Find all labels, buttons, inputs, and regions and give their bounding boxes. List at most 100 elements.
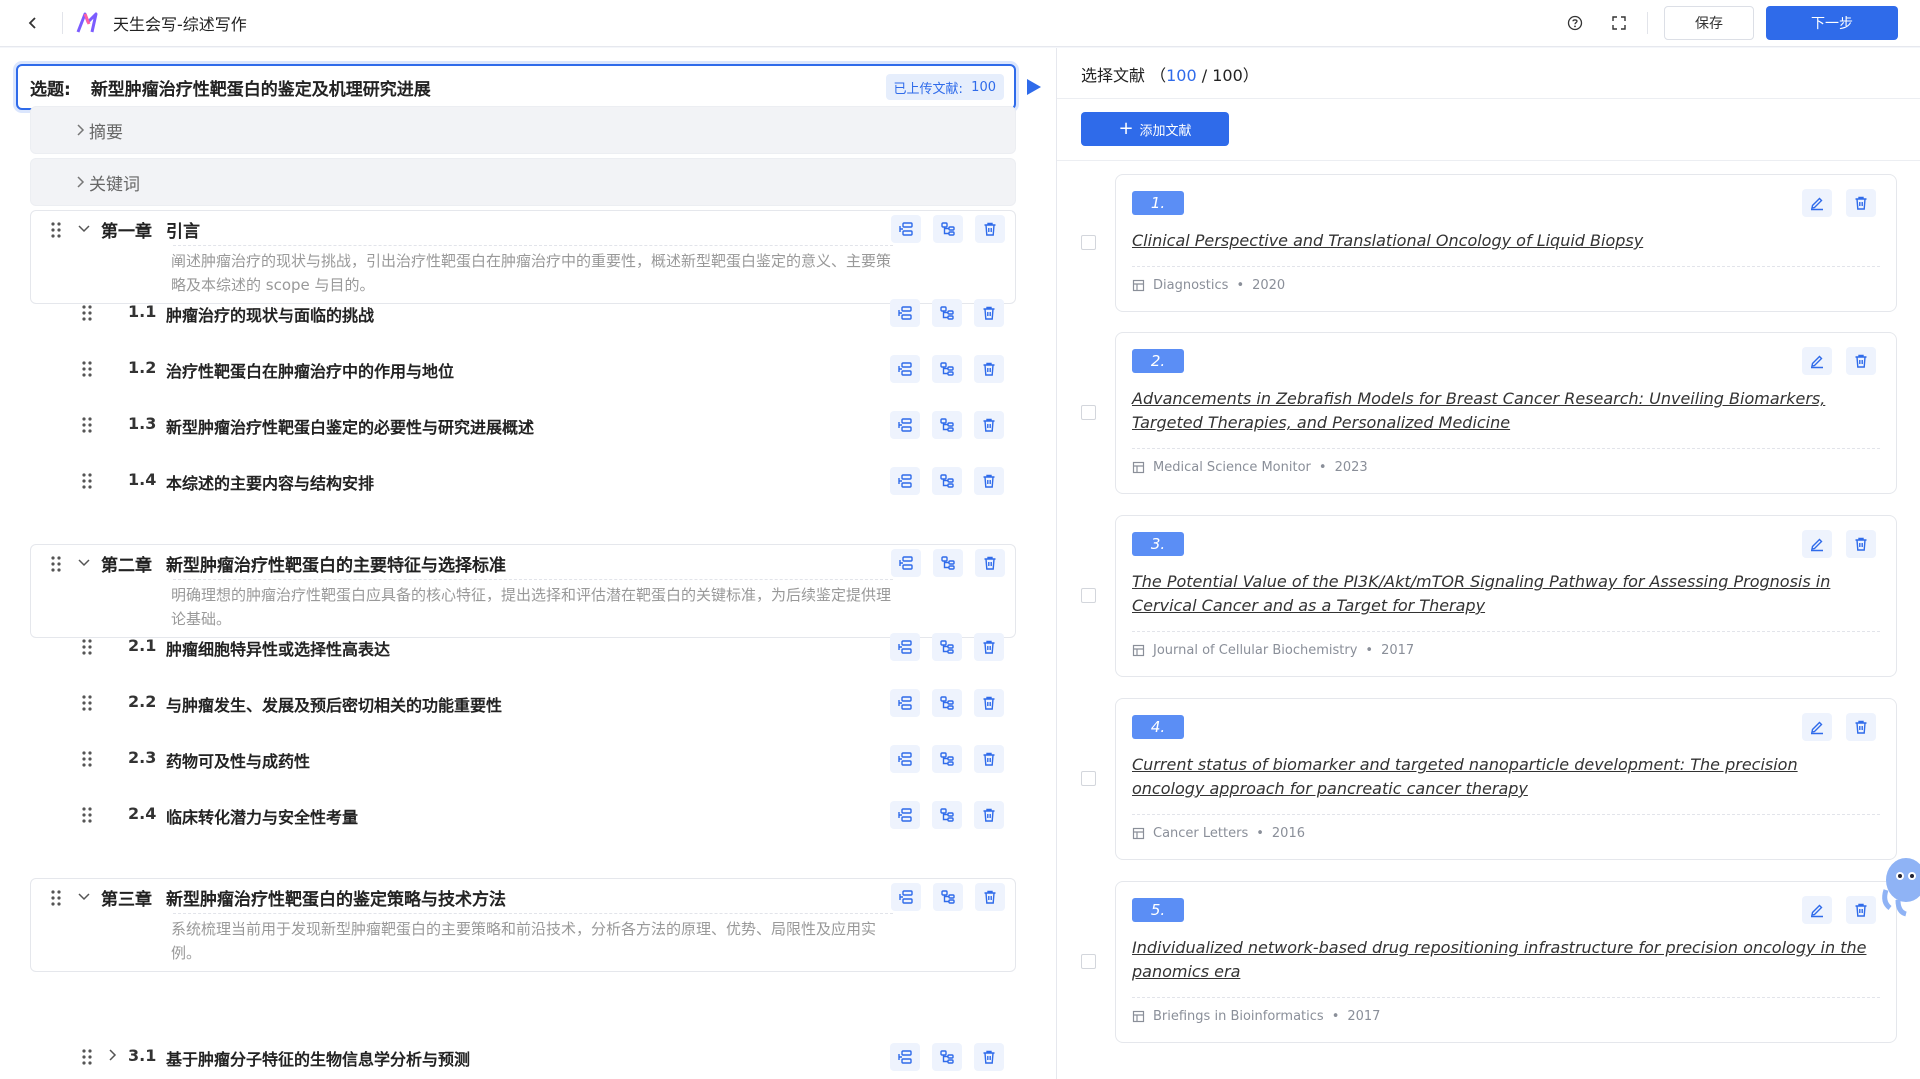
add-subsection-button[interactable] [932, 801, 962, 829]
delete-button[interactable] [974, 467, 1004, 495]
section-row[interactable]: 1.3 新型肿瘤治疗性靶蛋白鉴定的必要性与研究进展概述 [30, 402, 1016, 448]
add-reference-button[interactable]: + 添加文献 [1081, 112, 1229, 146]
insert-button[interactable] [890, 355, 920, 383]
insert-button[interactable] [890, 299, 920, 327]
delete-button[interactable] [975, 215, 1005, 243]
drag-handle-icon[interactable] [80, 360, 94, 378]
pencil-icon [1811, 904, 1823, 918]
chevron-down-icon[interactable] [77, 555, 91, 569]
chapter-title-text: 引言 [166, 222, 200, 242]
fullscreen-button[interactable] [1603, 7, 1635, 39]
play-icon[interactable] [1026, 78, 1042, 96]
drag-handle-icon[interactable] [49, 221, 63, 239]
insert-button[interactable] [890, 411, 920, 439]
reference-checkbox[interactable] [1081, 235, 1096, 250]
delete-button[interactable] [1846, 530, 1876, 558]
keywords-section[interactable]: 关键词 [30, 158, 1016, 206]
add-subsection-button[interactable] [932, 1043, 962, 1071]
delete-button[interactable] [1846, 713, 1876, 741]
drag-handle-icon[interactable] [80, 806, 94, 824]
reference-meta: Cancer Letters • 2016 [1132, 826, 1305, 841]
reference-title-link[interactable]: The Potential Value of the PI3K/Akt/mTOR… [1132, 570, 1872, 618]
chevron-down-icon[interactable] [77, 889, 91, 903]
insert-button[interactable] [891, 549, 921, 577]
abstract-section[interactable]: 摘要 [30, 106, 1016, 154]
delete-button[interactable] [1846, 347, 1876, 375]
add-subsection-button[interactable] [932, 467, 962, 495]
add-subsection-button[interactable] [932, 633, 962, 661]
delete-button[interactable] [974, 633, 1004, 661]
add-subsection-button[interactable] [932, 411, 962, 439]
insert-button[interactable] [890, 745, 920, 773]
add-subsection-button[interactable] [932, 299, 962, 327]
topic-input[interactable]: 选题: 新型肿瘤治疗性靶蛋白的鉴定及机理研究进展 已上传文献: 100 [16, 64, 1016, 110]
insert-button[interactable] [890, 1043, 920, 1071]
delete-button[interactable] [1846, 896, 1876, 924]
delete-button[interactable] [974, 745, 1004, 773]
insert-button[interactable] [890, 467, 920, 495]
section-row[interactable]: 2.4 临床转化潜力与安全性考量 [30, 792, 1016, 838]
reference-checkbox[interactable] [1081, 405, 1096, 420]
insert-button[interactable] [890, 633, 920, 661]
drag-handle-icon[interactable] [49, 889, 63, 907]
add-subsection-button[interactable] [933, 549, 963, 577]
insert-button[interactable] [890, 801, 920, 829]
delete-button[interactable] [974, 801, 1004, 829]
insert-button[interactable] [890, 689, 920, 717]
section-row[interactable]: 3.1 基于肿瘤分子特征的生物信息学分析与预测 [30, 1034, 1016, 1079]
section-row[interactable]: 2.2 与肿瘤发生、发展及预后密切相关的功能重要性 [30, 680, 1016, 726]
reference-title-link[interactable]: Advancements in Zebrafish Models for Bre… [1132, 387, 1872, 435]
drag-handle-icon[interactable] [80, 472, 94, 490]
delete-button[interactable] [974, 411, 1004, 439]
add-subsection-button[interactable] [932, 689, 962, 717]
add-subsection-button[interactable] [932, 355, 962, 383]
edit-button[interactable] [1802, 530, 1832, 558]
save-button[interactable]: 保存 [1664, 6, 1754, 40]
drag-handle-icon[interactable] [80, 304, 94, 322]
add-subsection-button[interactable] [932, 745, 962, 773]
section-row[interactable]: 2.3 药物可及性与成药性 [30, 736, 1016, 782]
section-row[interactable]: 1.4 本综述的主要内容与结构安排 [30, 458, 1016, 504]
section-row[interactable]: 2.1 肿瘤细胞特异性或选择性高表达 [30, 624, 1016, 670]
reference-checkbox[interactable] [1081, 588, 1096, 603]
drag-handle-icon[interactable] [80, 416, 94, 434]
insert-above-icon [898, 306, 912, 320]
chevron-down-icon[interactable] [77, 221, 91, 235]
help-button[interactable] [1559, 7, 1591, 39]
delete-button[interactable] [1846, 189, 1876, 217]
insert-button[interactable] [891, 215, 921, 243]
reference-title-link[interactable]: Individualized network-based drug reposi… [1132, 936, 1872, 984]
reference-title-link[interactable]: Clinical Perspective and Translational O… [1132, 229, 1872, 253]
delete-button[interactable] [974, 1043, 1004, 1071]
drag-handle-icon[interactable] [80, 750, 94, 768]
section-row[interactable]: 1.1 肿瘤治疗的现状与面临的挑战 [30, 290, 1016, 336]
edit-button[interactable] [1802, 896, 1832, 924]
section-row[interactable]: 1.2 治疗性靶蛋白在肿瘤治疗中的作用与地位 [30, 346, 1016, 392]
delete-button[interactable] [974, 355, 1004, 383]
edit-button[interactable] [1802, 189, 1832, 217]
add-subsection-button[interactable] [933, 215, 963, 243]
reference-title-link[interactable]: Current status of biomarker and targeted… [1132, 753, 1872, 801]
section-title: 新型肿瘤治疗性靶蛋白鉴定的必要性与研究进展概述 [166, 418, 535, 437]
reference-checkbox[interactable] [1081, 954, 1096, 969]
section-actions [878, 467, 1004, 495]
chevron-right-icon[interactable] [106, 1048, 118, 1062]
drag-handle-icon[interactable] [80, 694, 94, 712]
section-actions [878, 689, 1004, 717]
edit-button[interactable] [1802, 713, 1832, 741]
edit-button[interactable] [1802, 347, 1832, 375]
delete-button[interactable] [975, 549, 1005, 577]
back-button[interactable] [14, 4, 52, 42]
assistant-mascot-icon[interactable] [1876, 850, 1920, 920]
insert-button[interactable] [891, 883, 921, 911]
add-subsection-button[interactable] [933, 883, 963, 911]
drag-handle-icon[interactable] [49, 555, 63, 573]
delete-button[interactable] [974, 299, 1004, 327]
drag-handle-icon[interactable] [80, 1048, 94, 1066]
delete-button[interactable] [974, 689, 1004, 717]
next-step-button[interactable]: 下一步 [1766, 6, 1898, 40]
drag-handle-icon[interactable] [80, 638, 94, 656]
reference-checkbox[interactable] [1081, 771, 1096, 786]
delete-button[interactable] [975, 883, 1005, 911]
toolbar-divider [1647, 12, 1648, 34]
